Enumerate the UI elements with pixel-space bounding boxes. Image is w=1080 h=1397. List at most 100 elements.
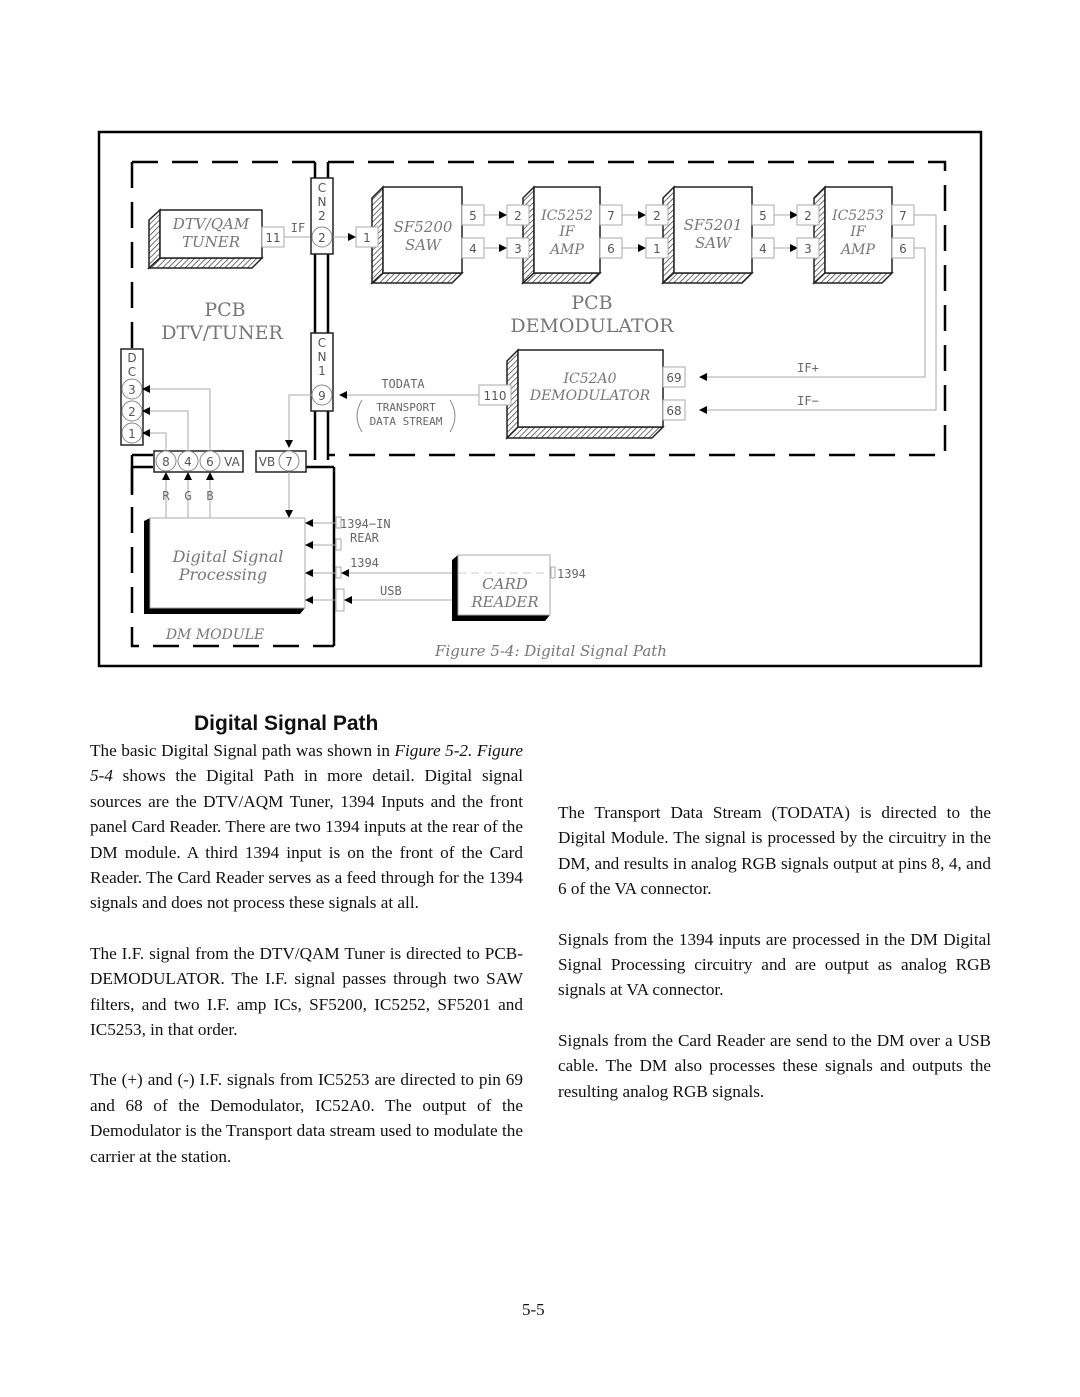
svg-text:68: 68 [666,404,681,418]
svg-text:N: N [318,195,327,209]
svg-text:110: 110 [484,389,507,403]
dsp-block: Digital Signal Processing [144,517,306,614]
svg-text:G: G [184,489,191,503]
pcb-tuner-label-2: DTV/TUNER [161,322,283,344]
svg-text:3: 3 [514,242,522,256]
svg-text:SAW: SAW [405,236,443,254]
svg-text:2: 2 [318,231,326,245]
left-column: The basic Digital Signal path was shown … [90,738,523,1194]
svg-text:4: 4 [184,455,192,469]
svg-text:2: 2 [653,209,661,223]
svg-text:C: C [128,365,136,379]
svg-text:5: 5 [469,209,477,223]
svg-text:R: R [162,489,170,503]
card-1394-label: 1394 [557,567,586,581]
svg-text:SAW: SAW [695,234,733,252]
svg-text:1: 1 [653,242,661,256]
svg-text:3: 3 [128,383,136,397]
figure-5-2-reference: Figure 5-2. [394,741,473,760]
sf5200-block: 1 SF5200 SAW [355,185,464,285]
ic52a0-block: IC52A0 DEMODULATOR 69 68 110 [478,348,686,440]
svg-text:AMP: AMP [548,242,584,258]
pcb-tuner-label-1: PCB [204,299,245,321]
tuner-label-1: DTV/QAM [172,215,250,233]
paragraph-5: Signals from the 1394 inputs are process… [558,929,991,1000]
tuner-label-2: TUNER [182,233,240,251]
svg-text:7: 7 [607,209,615,223]
svg-text:D: D [127,351,136,365]
svg-text:IC52A0: IC52A0 [562,371,616,387]
if-minus-label: IF− [797,394,819,408]
transport-label-1: TRANSPORT [376,401,436,414]
rear-label: REAR [350,531,380,545]
svg-text:DEMODULATOR: DEMODULATOR [529,388,651,404]
ic5253-block: IC5253 IF AMP [812,185,894,285]
svg-text:4: 4 [759,242,767,256]
figure-caption: Figure 5-4: Digital Signal Path [434,642,667,660]
paragraph-4: The Transport Data Stream (TODATA) is di… [558,803,991,899]
svg-text:CARD: CARD [482,575,528,593]
cn2-connector: C N 2 2 [310,177,356,255]
svg-text:6: 6 [206,455,214,469]
svg-text:READER: READER [470,593,538,611]
tuner-block: DTV/QAM TUNER 11 IF [147,208,312,270]
svg-text:SF5200: SF5200 [394,218,453,236]
svg-text:N: N [318,350,327,364]
svg-text:IC5253: IC5253 [831,208,884,224]
svg-text:69: 69 [666,371,681,385]
1394-label: 1394 [350,556,379,570]
todata-label: TODATA [381,377,425,391]
svg-text:VA: VA [224,455,240,469]
svg-text:3: 3 [804,242,812,256]
svg-text:7: 7 [899,209,907,223]
1394-in-label: 1394−IN [340,517,391,531]
cn1-connector: C N 1 9 [285,332,334,448]
svg-text:4: 4 [469,242,477,256]
paragraph-1: The basic Digital Signal path was shown … [90,741,523,913]
svg-text:6: 6 [899,242,907,256]
svg-text:IF: IF [849,224,867,240]
transport-label-2: DATA STREAM [370,415,443,428]
svg-text:8: 8 [162,455,170,469]
dc-connector: D C 3 2 1 [120,348,211,450]
svg-text:2: 2 [128,405,136,419]
svg-text:C: C [318,336,326,350]
svg-text:C: C [318,181,326,195]
dm-module-label: DM MODULE [165,627,264,643]
svg-text:IC5252: IC5252 [540,208,593,224]
svg-text:B: B [206,489,213,503]
paragraph-2: The I.F. signal from the DTV/QAM Tuner i… [90,943,523,1040]
svg-text:7: 7 [285,455,293,469]
svg-text:2: 2 [318,209,326,223]
ic5252-block: IC5252 IF AMP [521,185,602,285]
digital-signal-path-figure: DTV/QAM TUNER 11 IF C N 2 2 1 SF5200 SAW… [97,130,983,668]
svg-text:SF5201: SF5201 [684,216,743,234]
svg-text:9: 9 [318,389,326,403]
svg-text:5: 5 [759,209,767,223]
svg-text:1: 1 [128,427,136,441]
pcb-demod-label-2: DEMODULATOR [510,315,674,337]
svg-text:2: 2 [514,209,522,223]
vb-connector: VB 7 [255,450,307,518]
if-plus-label: IF+ [797,361,819,375]
svg-text:2: 2 [804,209,812,223]
svg-text:IF: IF [558,224,576,240]
section-heading: Digital Signal Path [194,712,379,735]
usb-label: USB [380,584,402,598]
svg-text:1: 1 [363,231,371,245]
page-number: 5-5 [522,1300,545,1319]
paragraph-3: The (+) and (-) I.F. signals from IC5253… [90,1070,523,1166]
right-column: The Transport Data Stream (TODATA) is di… [558,713,991,1129]
va-connector: 8 4 6 VA [153,450,244,473]
svg-text:1: 1 [318,364,326,378]
sf5201-block: SF5201 SAW [661,185,754,285]
svg-text:VB: VB [259,455,275,469]
tuner-pin-11: 11 [265,231,280,245]
if-label: IF [291,221,305,235]
svg-text:Digital Signal: Digital Signal [172,547,284,566]
svg-text:6: 6 [607,242,615,256]
pcb-demod-label-1: PCB [571,292,612,314]
svg-text:AMP: AMP [839,242,875,258]
card-reader-block: CARD READER 1394 [452,554,586,621]
svg-text:Processing: Processing [178,565,268,584]
